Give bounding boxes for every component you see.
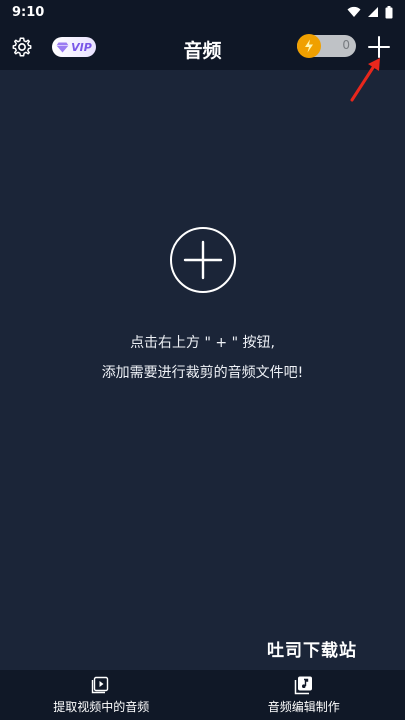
coin-count: 0 <box>342 38 350 52</box>
tab-extract-audio[interactable]: 提取视频中的音频 <box>0 670 203 720</box>
music-edit-icon <box>294 676 312 695</box>
tab-label: 音频编辑制作 <box>267 700 340 714</box>
battery-icon <box>385 5 393 18</box>
coin-toggle[interactable]: 0 <box>297 34 356 58</box>
main-content: 点击右上方 " + " 按钮, 添加需要进行裁剪的音频文件吧! 吐司下载站 <box>0 70 405 670</box>
video-extract-icon <box>92 676 109 694</box>
empty-hint-line-1: 点击右上方 " + " 按钮, <box>130 335 275 351</box>
tab-label: 提取视频中的音频 <box>53 700 150 714</box>
coin-icon <box>297 34 321 58</box>
status-bar: 9:10 <box>0 0 405 24</box>
status-time: 9:10 <box>12 4 45 20</box>
plus-icon[interactable] <box>368 36 390 58</box>
signal-icon <box>368 7 378 17</box>
empty-hint-line-2: 添加需要进行裁剪的音频文件吧! <box>101 365 304 381</box>
watermark: 吐司下载站 <box>267 641 357 661</box>
bottom-tab-bar: 提取视频中的音频 音频编辑制作 <box>0 670 405 720</box>
status-icons <box>347 5 393 19</box>
top-app-bar: VIP 音频 0 <box>0 24 405 70</box>
add-circle-button[interactable] <box>169 226 237 294</box>
wifi-icon <box>347 6 361 17</box>
tab-audio-edit[interactable]: 音频编辑制作 <box>203 670 405 720</box>
